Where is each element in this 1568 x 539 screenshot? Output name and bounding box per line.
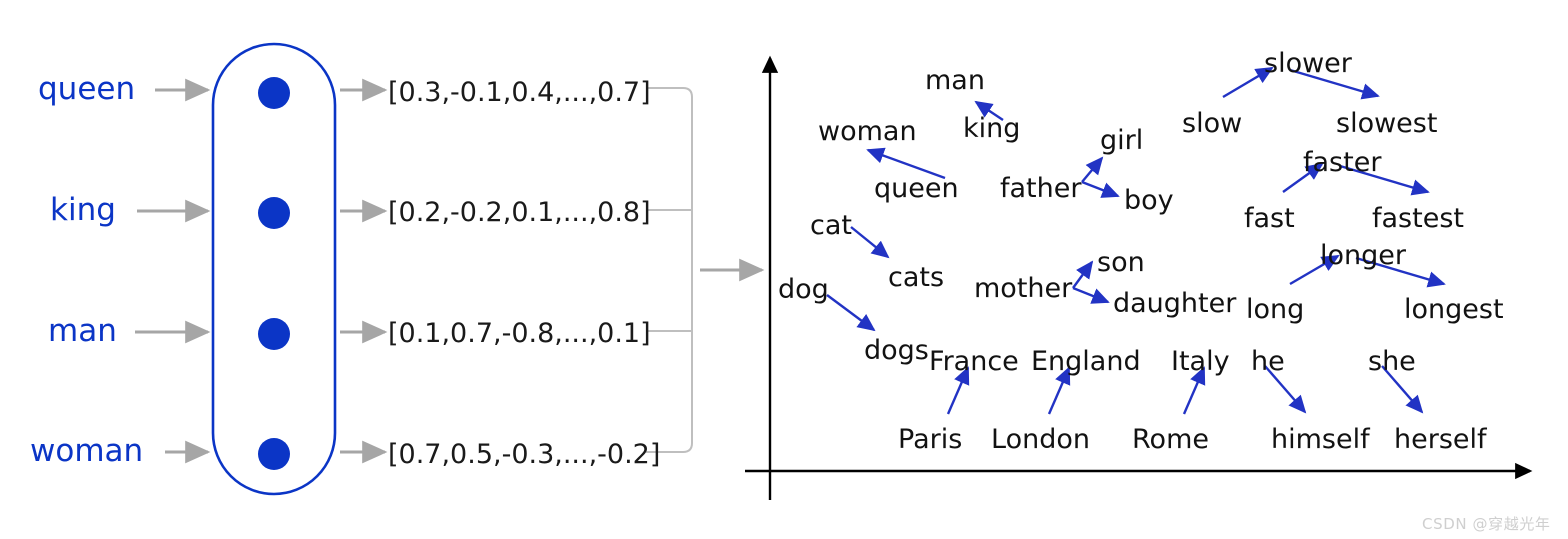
relation-arrow-father-to-boy	[1081, 180, 1120, 198]
space-word-queen: queen	[874, 173, 959, 204]
space-word-he: he	[1251, 346, 1285, 377]
watermark: CSDN @穿越光年	[1422, 515, 1551, 533]
input-word-woman: woman	[30, 433, 144, 469]
embedding-vector-2: [0.1,0.7,-0.8,...,0.1]	[388, 318, 651, 349]
model-node-2	[258, 318, 290, 350]
relation-arrow-cat-to-cats	[850, 226, 890, 259]
space-word-herself: herself	[1394, 424, 1487, 455]
space-word-longest: longest	[1404, 294, 1504, 325]
space-word-France: France	[929, 346, 1019, 377]
space-word-Paris: Paris	[898, 424, 963, 455]
space-word-girl: girl	[1100, 125, 1144, 156]
space-word-himself: himself	[1271, 424, 1370, 455]
vector-group-bracket	[646, 87, 693, 453]
space-word-dogs: dogs	[864, 335, 929, 366]
space-word-son: son	[1097, 247, 1145, 278]
space-word-woman: woman	[818, 116, 917, 147]
space-word-cats: cats	[888, 262, 945, 293]
space-word-daughter: daughter	[1113, 288, 1237, 319]
space-word-she: she	[1368, 346, 1416, 377]
model-node-3	[258, 438, 290, 470]
space-word-longer: longer	[1320, 240, 1406, 271]
relation-arrow-mother-to-daughter	[1072, 286, 1110, 304]
space-word-slowest: slowest	[1336, 108, 1438, 139]
space-word-cat: cat	[810, 210, 852, 241]
input-word-man: man	[48, 313, 117, 349]
bracket-path	[646, 87, 693, 453]
space-word-slower: slower	[1264, 48, 1352, 79]
space-word-boy: boy	[1124, 185, 1174, 216]
input-word-queen: queen	[38, 71, 136, 107]
space-word-England: England	[1031, 346, 1141, 377]
relation-arrow-mother-to-son	[1072, 260, 1094, 289]
capsule-outline	[211, 42, 337, 496]
embedding-vector-1: [0.2,-0.2,0.1,...,0.8]	[388, 197, 651, 228]
relation-arrow-dog-to-dogs	[826, 294, 876, 332]
output-arrow-group	[340, 78, 388, 464]
space-word-father: father	[1000, 173, 1082, 204]
input-arrow-group	[135, 78, 211, 464]
space-word-slow: slow	[1182, 108, 1243, 139]
space-word-Italy: Italy	[1171, 346, 1230, 377]
space-word-faster: faster	[1303, 147, 1382, 178]
space-word-London: London	[991, 424, 1090, 455]
embedding-vector-3: [0.7,0.5,-0.3,...,-0.2]	[388, 439, 661, 470]
embedding-model-capsule	[211, 42, 337, 496]
space-word-mother: mother	[974, 273, 1073, 304]
space-word-fast: fast	[1244, 203, 1295, 234]
space-word-Rome: Rome	[1132, 424, 1209, 455]
space-word-king: king	[963, 113, 1021, 144]
relation-arrow-father-to-girl	[1081, 156, 1104, 183]
embedding-vector-0: [0.3,-0.1,0.4,...,0.7]	[388, 77, 651, 108]
model-node-1	[258, 197, 290, 229]
model-node-0	[258, 77, 290, 109]
space-word-fastest: fastest	[1372, 203, 1464, 234]
space-word-long: long	[1246, 294, 1305, 325]
space-word-man: man	[925, 65, 985, 96]
diagram-canvas: queen king man woman [0.3,-0.1,0.4,...,0.7]…	[0, 0, 1568, 539]
input-word-king: king	[50, 192, 116, 228]
space-word-dog: dog	[778, 274, 829, 305]
